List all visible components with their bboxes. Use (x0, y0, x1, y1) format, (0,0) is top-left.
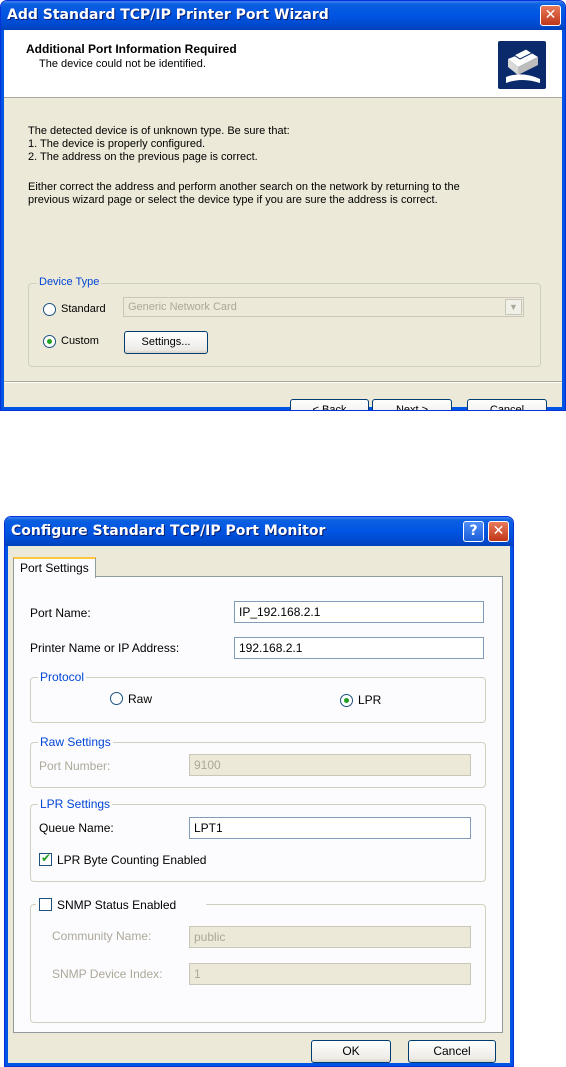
port-settings-panel: Port Name: IP_192.168.2.1 Printer Name o… (13, 576, 503, 1033)
device-type-group (28, 283, 541, 367)
monitor-close-button[interactable]: ✕ (488, 521, 509, 542)
port-number-input: 9100 (189, 754, 471, 776)
snmp-checkbox[interactable] (39, 898, 52, 911)
wizard-title-bar[interactable]: Add Standard TCP/IP Printer Port Wizard (1, 1, 565, 30)
wizard-header-subtitle: The device could not be identified. (39, 58, 206, 70)
wizard-footer-divider (4, 381, 562, 383)
standard-label[interactable]: Standard (61, 303, 106, 315)
printer-address-input[interactable]: 192.168.2.1 (234, 637, 484, 659)
port-name-input[interactable]: IP_192.168.2.1 (234, 601, 484, 623)
byte-counting-checkbox[interactable]: ✔ (39, 851, 52, 866)
body-line-3: 2. The address on the previous page is c… (28, 151, 258, 163)
port-number-label: Port Number: (39, 759, 111, 773)
port-number-value: 9100 (194, 758, 221, 772)
checkmark-icon: ✔ (41, 851, 52, 865)
queue-name-label: Queue Name: (39, 821, 114, 835)
byte-counting-label[interactable]: LPR Byte Counting Enabled (57, 853, 206, 867)
lpr-settings-label: LPR Settings (38, 797, 113, 811)
monitor-frame-bottom (5, 1063, 513, 1066)
snmp-device-index-input: 1 (189, 963, 471, 985)
custom-radio[interactable] (43, 335, 56, 348)
monitor-title-bar[interactable]: Configure Standard TCP/IP Port Monitor (5, 517, 513, 546)
snmp-device-index-value: 1 (194, 967, 201, 981)
body-line-2: 1. The device is properly configured. (28, 138, 206, 150)
wizard-header: Additional Port Information Required The… (4, 30, 562, 98)
device-type-select: Generic Network Card (123, 297, 524, 317)
snmp-device-index-label: SNMP Device Index: (52, 967, 163, 981)
raw-settings-label: Raw Settings (38, 735, 113, 749)
community-name-input: public (189, 926, 471, 948)
tab-port-settings[interactable]: Port Settings (13, 557, 96, 578)
lpr-settings-group (30, 804, 486, 882)
snmp-label[interactable]: SNMP Status Enabled (57, 898, 176, 912)
wizard-close-button[interactable]: ✕ (540, 5, 561, 26)
queue-name-value: LPT1 (194, 821, 223, 835)
port-name-value: IP_192.168.2.1 (239, 605, 321, 619)
cancel-button[interactable]: Cancel (467, 399, 547, 410)
wizard-title: Add Standard TCP/IP Printer Port Wizard (7, 7, 329, 23)
ok-button[interactable]: OK (311, 1040, 391, 1063)
printer-address-label: Printer Name or IP Address: (30, 641, 180, 655)
queue-name-input[interactable]: LPT1 (189, 817, 471, 839)
lpr-radio[interactable] (340, 694, 353, 707)
raw-radio[interactable] (110, 692, 123, 705)
device-type-select-value: Generic Network Card (128, 301, 237, 313)
help-button[interactable]: ? (463, 521, 484, 542)
device-type-label: Device Type (37, 276, 102, 288)
body-paragraph-line-2: previous wizard page or select the devic… (28, 194, 438, 206)
monitor-frame-right (510, 546, 513, 1066)
monitor-cancel-button[interactable]: Cancel (408, 1040, 496, 1063)
body-paragraph-line-1: Either correct the address and perform a… (28, 181, 460, 193)
port-name-label: Port Name: (30, 606, 91, 620)
printer-icon (498, 41, 546, 89)
protocol-label: Protocol (38, 670, 87, 684)
raw-label[interactable]: Raw (128, 692, 152, 706)
printer-address-value: 192.168.2.1 (239, 641, 303, 655)
next-button[interactable]: Next > (372, 399, 452, 410)
chevron-down-icon: ▼ (505, 299, 522, 315)
wizard-header-title: Additional Port Information Required (26, 42, 237, 56)
standard-radio[interactable] (43, 303, 56, 316)
custom-label[interactable]: Custom (61, 335, 99, 347)
lpr-label[interactable]: LPR (358, 693, 381, 707)
body-line-1: The detected device is of unknown type. … (28, 125, 290, 137)
community-name-label: Community Name: (52, 929, 152, 943)
back-button[interactable]: < Back (290, 399, 369, 410)
monitor-frame-left (5, 546, 8, 1066)
community-name-value: public (194, 930, 226, 944)
settings-button[interactable]: Settings... (124, 331, 208, 354)
wizard-frame-right (562, 30, 565, 410)
wizard-window: Add Standard TCP/IP Printer Port Wizard … (0, 0, 566, 411)
protocol-group (30, 677, 486, 723)
monitor-title: Configure Standard TCP/IP Port Monitor (11, 523, 326, 539)
monitor-window: Configure Standard TCP/IP Port Monitor ?… (4, 516, 514, 1067)
